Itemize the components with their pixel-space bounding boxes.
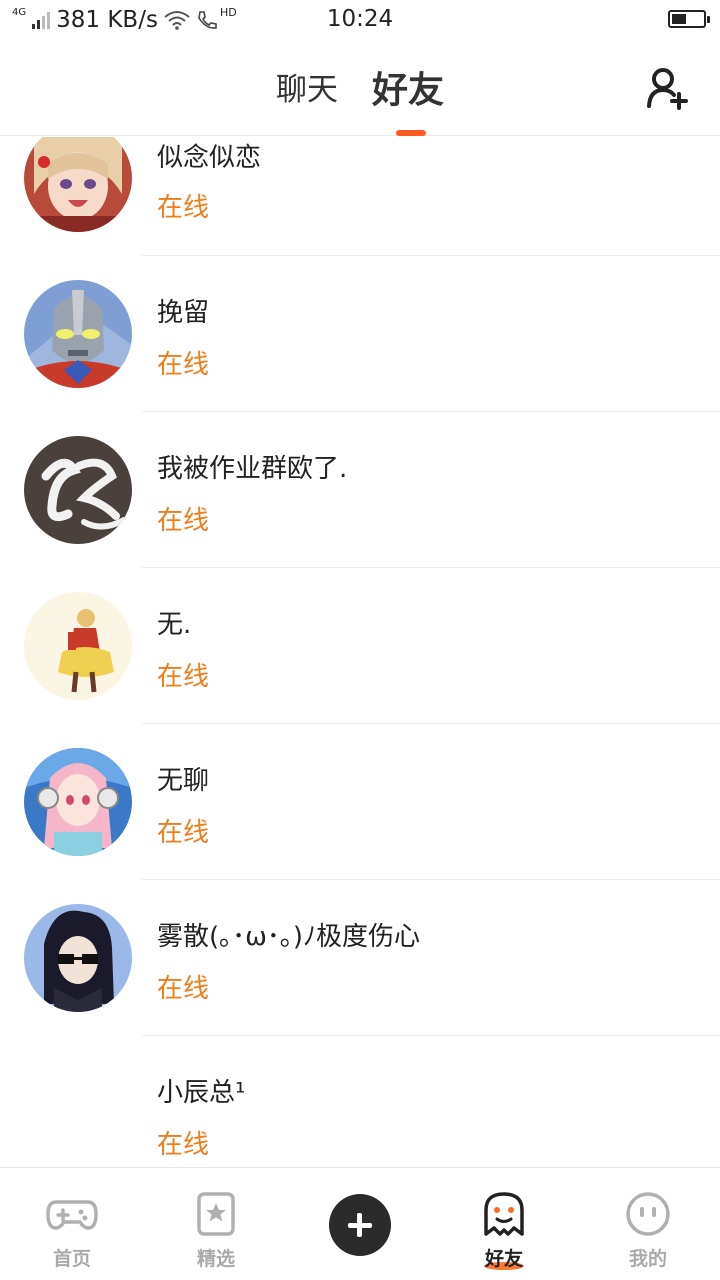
smiley-face-icon	[626, 1192, 670, 1236]
friend-name: 我被作业群欧了.	[157, 454, 348, 484]
call-badge: HD	[219, 5, 237, 19]
tab-friends[interactable]: 好友	[372, 61, 444, 113]
nav-label: 精选	[196, 1248, 235, 1270]
signal-icon	[32, 11, 51, 29]
friend-status: 在线	[157, 350, 210, 380]
nav-friends[interactable]: 好友	[432, 1168, 576, 1280]
add-user-icon[interactable]	[646, 66, 690, 110]
star-bookmark-icon	[197, 1192, 235, 1236]
friend-status: 在线	[157, 506, 210, 536]
friend-name: 挽留	[157, 298, 210, 328]
bottom-nav: 首页 精选 好友 我的	[0, 1167, 720, 1280]
nav-label: 我的	[628, 1248, 667, 1270]
call-icon	[198, 11, 217, 29]
friend-row[interactable]: 无聊 在线	[0, 724, 720, 880]
pixel-character-avatar[interactable]	[24, 592, 132, 700]
nav-label: 首页	[52, 1248, 91, 1270]
pink-hair-headphones-avatar[interactable]	[24, 748, 132, 856]
friend-row[interactable]: 雾散(｡･ω･｡)ﾉ极度伤心 在线	[0, 880, 720, 1036]
friend-list[interactable]: 似念似恋 在线 挽留 在线 我被作业群欧了. 在线 无. 在线 无聊 在线 雾散…	[0, 137, 720, 1167]
friend-status: 在线	[157, 193, 210, 223]
battery-fill	[672, 14, 686, 24]
friend-name: 小辰总¹	[157, 1078, 246, 1108]
friend-row[interactable]: 无. 在线	[0, 568, 720, 724]
friend-row[interactable]: 小辰总¹ 在线	[0, 1036, 720, 1167]
friend-status: 在线	[157, 974, 210, 1004]
friend-name: 雾散(｡･ω･｡)ﾉ极度伤心	[157, 922, 421, 952]
friend-status: 在线	[157, 818, 210, 848]
nav-label: 好友	[484, 1248, 523, 1270]
ultraman-avatar[interactable]	[24, 280, 132, 388]
blank-avatar[interactable]	[24, 1060, 132, 1167]
friend-name: 无聊	[157, 766, 210, 796]
friend-name: 无.	[157, 610, 192, 640]
anime-girl-avatar[interactable]	[24, 137, 132, 232]
friend-row[interactable]: 挽留 在线	[0, 256, 720, 412]
status-bar: 4G 381 KB/s HD 10:24	[0, 0, 720, 40]
friend-status: 在线	[157, 1130, 210, 1160]
nav-me[interactable]: 我的	[576, 1168, 720, 1280]
friend-status: 在线	[157, 662, 210, 692]
status-left: 4G 381 KB/s HD	[12, 5, 292, 34]
active-tab-indicator	[396, 130, 426, 136]
battery-icon	[668, 10, 710, 28]
plus-icon[interactable]	[329, 1194, 391, 1256]
friend-row[interactable]: 我被作业群欧了. 在线	[0, 412, 720, 568]
header: 聊天 好友	[0, 40, 720, 136]
gamepad-icon	[46, 1200, 98, 1230]
wifi-icon	[164, 11, 190, 30]
network-type: 4G	[12, 6, 27, 18]
top-tabs: 聊天 好友	[0, 64, 720, 116]
ghost-icon	[484, 1192, 524, 1236]
friend-row[interactable]: 似念似恋 在线	[0, 137, 720, 256]
calligraphy-avatar[interactable]	[24, 436, 132, 544]
friend-name: 似念似恋	[157, 143, 262, 173]
tab-chat[interactable]: 聊天	[276, 64, 338, 116]
nav-featured[interactable]: 精选	[144, 1168, 288, 1280]
nav-home[interactable]: 首页	[0, 1168, 144, 1280]
network-speed: 381 KB/s	[56, 7, 158, 33]
sunglasses-anime-avatar[interactable]	[24, 904, 132, 1012]
